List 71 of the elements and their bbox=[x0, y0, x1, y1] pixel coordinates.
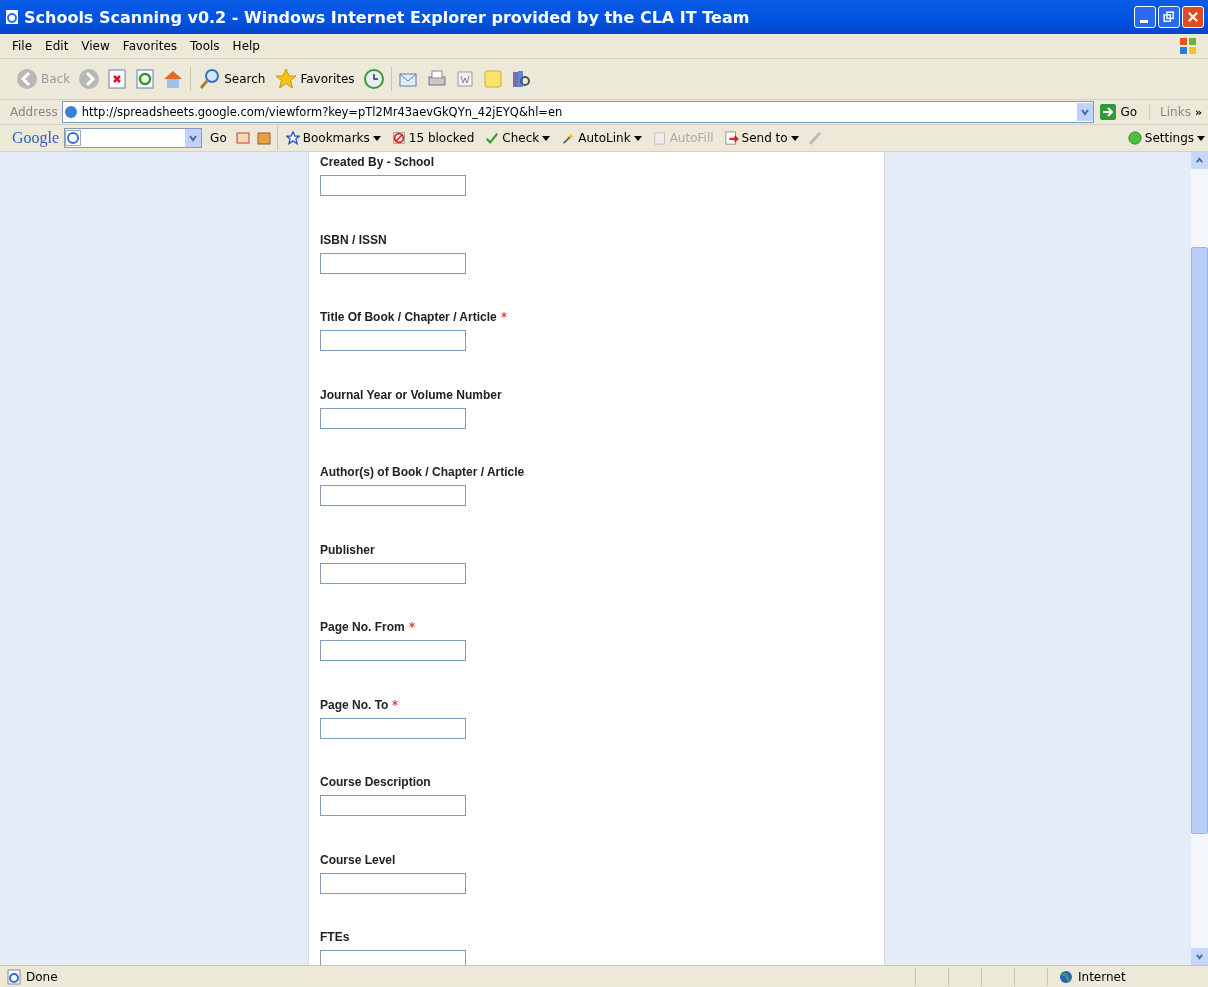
magic-wand-icon bbox=[561, 131, 576, 145]
go-button[interactable]: Go bbox=[207, 131, 230, 145]
input-field[interactable] bbox=[320, 330, 466, 351]
input-field[interactable] bbox=[320, 872, 466, 894]
browser-icon bbox=[4, 9, 20, 25]
search-icon bbox=[199, 68, 222, 90]
input-field[interactable] bbox=[320, 950, 466, 965]
globe-icon bbox=[1058, 968, 1074, 985]
history-icon[interactable] bbox=[362, 68, 385, 90]
restore-button[interactable] bbox=[1158, 6, 1180, 28]
status-dot-icon bbox=[1127, 131, 1142, 145]
scroll-down-icon[interactable] bbox=[1195, 952, 1204, 961]
field-label: Course Level bbox=[320, 852, 396, 869]
field-label: ISBN / ISSN bbox=[320, 232, 387, 249]
toolbar-button[interactable]: Bookmarks bbox=[282, 131, 384, 145]
menu-item[interactable]: Tools bbox=[190, 39, 220, 53]
field-label: Author(s) of Book / Chapter / Article bbox=[320, 465, 525, 481]
zone-text: Internet bbox=[1078, 969, 1126, 984]
note-icon[interactable] bbox=[481, 68, 504, 90]
close-icon bbox=[1186, 10, 1200, 24]
field-label: Publisher bbox=[320, 542, 375, 559]
field-label: Page No. From bbox=[320, 620, 405, 636]
scrollbar[interactable] bbox=[1191, 152, 1208, 965]
menu-item[interactable]: File bbox=[12, 39, 33, 53]
go-button[interactable]: Go bbox=[1098, 104, 1146, 120]
address-field[interactable]: http://spreadsheets.google.com/viewform?key=pTl2Mr43aevGkQYn_42jEYQ&hl=en bbox=[61, 101, 1095, 123]
google-logo: Google bbox=[12, 129, 60, 147]
close-button[interactable] bbox=[1182, 6, 1204, 28]
search-field[interactable] bbox=[64, 128, 203, 148]
more-button[interactable]: » bbox=[1194, 105, 1208, 119]
input-field[interactable] bbox=[320, 562, 466, 584]
input-field[interactable] bbox=[320, 795, 466, 816]
star-icon bbox=[285, 131, 300, 145]
windows-flag-icon bbox=[1178, 36, 1198, 56]
menu-item[interactable]: Favorites bbox=[122, 39, 178, 53]
input-field[interactable] bbox=[320, 175, 466, 196]
input-field[interactable] bbox=[320, 252, 466, 274]
address-label: Address bbox=[10, 105, 58, 119]
field-label: Journal Year or Volume Number bbox=[320, 387, 502, 404]
status-text: Done bbox=[26, 969, 58, 984]
field-label: Title Of Book / Chapter / Article bbox=[320, 310, 497, 326]
field-label: Page No. To bbox=[320, 697, 389, 714]
restore-icon bbox=[1162, 10, 1176, 24]
settings-button[interactable]: Settings bbox=[1124, 131, 1208, 145]
toolbar-button[interactable]: AutoLink bbox=[558, 131, 645, 145]
field-label: Course Description bbox=[320, 775, 431, 791]
scroll-up-icon[interactable] bbox=[1195, 156, 1204, 165]
field-label: FTEs bbox=[320, 930, 350, 946]
window-title: Schools Scanning v0.2 - Windows Internet Explorer provided by the CLA IT Team bbox=[24, 7, 750, 27]
caret-icon bbox=[1197, 135, 1205, 141]
menu-item[interactable]: Help bbox=[232, 39, 260, 53]
checkmark-icon bbox=[485, 131, 500, 145]
star-icon bbox=[275, 68, 298, 90]
toolbar-button[interactable]: Check bbox=[482, 131, 554, 145]
refresh-icon[interactable] bbox=[134, 68, 157, 90]
search-button[interactable]: Search bbox=[197, 68, 268, 90]
menu-item[interactable]: Edit bbox=[45, 39, 69, 53]
stop-icon[interactable] bbox=[106, 68, 129, 90]
toolbar-button[interactable]: Send to bbox=[721, 131, 802, 145]
minimize-icon bbox=[1139, 19, 1148, 23]
favorites-button[interactable]: Favorites bbox=[273, 68, 357, 90]
input-field[interactable] bbox=[320, 717, 466, 739]
arrow-icon bbox=[1100, 104, 1117, 120]
minimize-button[interactable] bbox=[1134, 6, 1156, 28]
input-field[interactable] bbox=[320, 640, 466, 661]
field-label: Created By - School bbox=[320, 155, 435, 171]
input-field[interactable] bbox=[320, 485, 466, 506]
menu-item[interactable]: View bbox=[81, 39, 110, 53]
input-field[interactable] bbox=[320, 407, 466, 429]
blocked-popup-icon bbox=[391, 131, 406, 145]
toolbar-button[interactable]: 15 blocked bbox=[388, 131, 478, 145]
